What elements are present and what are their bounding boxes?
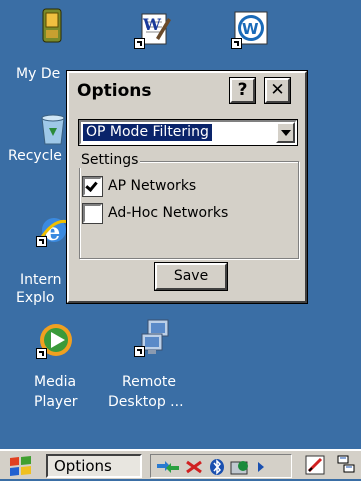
- desktop-label-my-device: My De: [16, 66, 61, 82]
- pen-edit-icon[interactable]: [304, 454, 326, 476]
- help-button[interactable]: ?: [229, 77, 256, 104]
- taskbar-task-options[interactable]: Options: [46, 454, 142, 478]
- dialog-title: Options: [77, 81, 152, 101]
- close-button[interactable]: ✕: [264, 77, 291, 104]
- desktop-label-internet-explorer-line1: Intern: [20, 272, 62, 288]
- wifi-status-icon[interactable]: [229, 458, 251, 476]
- mode-dropdown[interactable]: OP Mode Filtering: [78, 119, 298, 146]
- system-tray: [150, 454, 292, 478]
- desktop-label-internet-explorer-line2: Explo: [16, 290, 55, 306]
- shortcut-arrow-icon: [134, 38, 145, 49]
- svg-text:W: W: [142, 15, 162, 34]
- arrow-right-icon[interactable]: [255, 458, 267, 476]
- internet-explorer-icon[interactable]: e: [36, 214, 70, 248]
- windows-flag-icon: [10, 456, 31, 476]
- checkbox-row-ap-networks[interactable]: AP Networks: [82, 176, 243, 197]
- dialog-titlebar[interactable]: Options ? ✕: [71, 75, 303, 107]
- shortcut-arrow-icon: [231, 38, 242, 49]
- shortcut-arrow-icon: [36, 348, 47, 359]
- network-arrows-icon[interactable]: [155, 458, 181, 476]
- desktop-label-remote-desktop-line1: Remote: [122, 374, 177, 390]
- shortcut-arrow-icon: [134, 346, 145, 357]
- desktop-switch-icon[interactable]: [336, 454, 356, 476]
- desktop-label-remote-desktop-line2: Desktop ...: [108, 394, 184, 410]
- taskbar: Options: [0, 449, 361, 479]
- ap-networks-label: AP Networks: [108, 178, 197, 194]
- ap-networks-checkbox[interactable]: [82, 176, 103, 197]
- desktop-label-media-player-line1: Media: [34, 374, 77, 390]
- dropdown-selected-value: OP Mode Filtering: [83, 124, 212, 141]
- adhoc-networks-checkbox[interactable]: [82, 203, 103, 224]
- shortcut-arrow-icon: [36, 236, 47, 247]
- options-dialog: Options ? ✕ OP Mode Filtering Settings A…: [66, 70, 308, 304]
- bluetooth-x-icon[interactable]: [183, 458, 205, 476]
- remote-desktop-icon[interactable]: [134, 316, 174, 360]
- svg-text:W: W: [242, 20, 259, 38]
- checkmark-icon: [85, 179, 98, 192]
- adhoc-networks-label: Ad-Hoc Networks: [108, 205, 229, 221]
- bluetooth-icon[interactable]: [207, 458, 227, 476]
- my-device-icon[interactable]: [36, 8, 68, 44]
- desktop-label-media-player-line2: Player: [34, 394, 78, 410]
- desktop-label-recycle-bin: Recycle: [8, 148, 62, 164]
- wireless-manager-icon[interactable]: W: [231, 10, 271, 50]
- settings-group-title: Settings: [79, 152, 141, 168]
- checkbox-row-adhoc-networks[interactable]: Ad-Hoc Networks: [82, 203, 263, 224]
- chevron-down-icon[interactable]: [276, 122, 295, 143]
- media-player-icon[interactable]: [36, 320, 76, 360]
- save-button[interactable]: Save: [154, 262, 228, 291]
- recycle-bin-icon[interactable]: [36, 112, 70, 146]
- word-document-icon[interactable]: W: [134, 10, 174, 50]
- start-button[interactable]: [4, 455, 40, 477]
